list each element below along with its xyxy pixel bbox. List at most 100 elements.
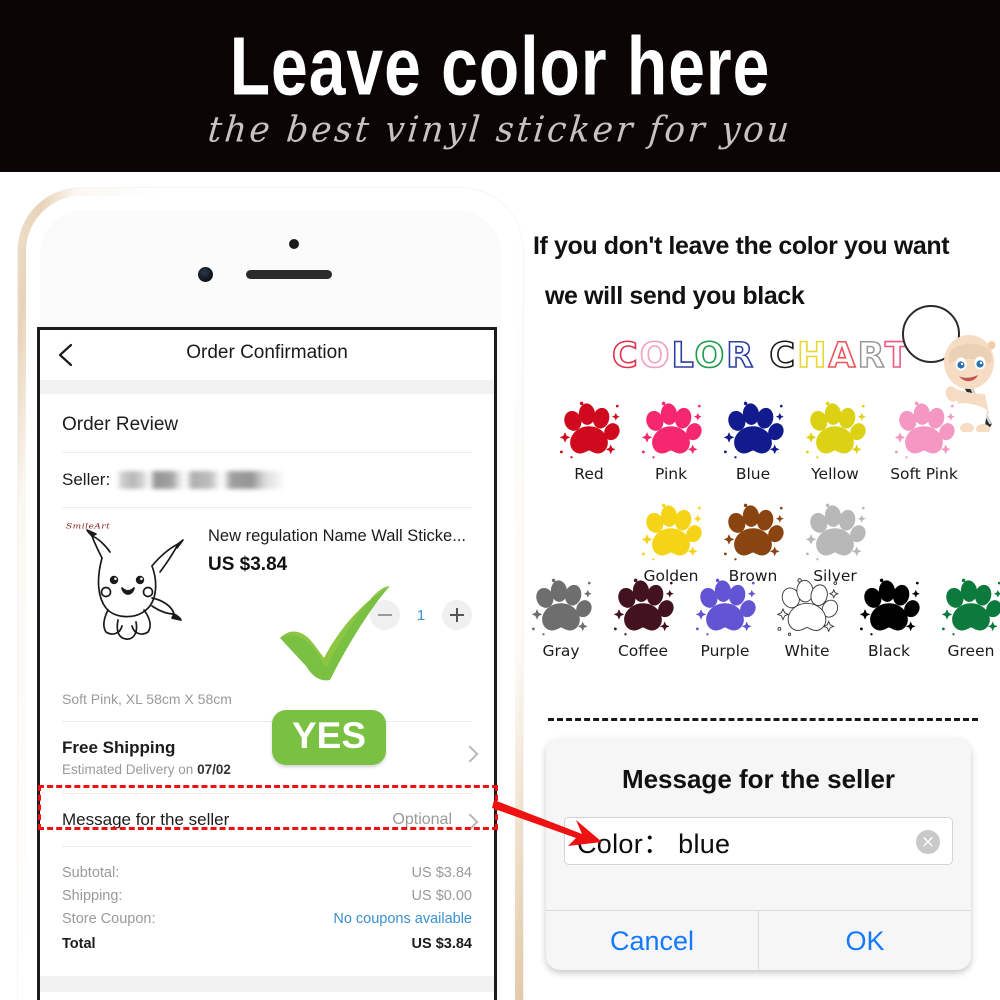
seller-name-blurred bbox=[117, 471, 286, 489]
message-input-wrapper[interactable]: Color： blue × bbox=[564, 817, 953, 865]
brand-watermark: SmileArt bbox=[66, 523, 111, 531]
section-title-order-review: Order Review bbox=[62, 414, 179, 435]
color-chart-letter: C bbox=[769, 335, 798, 377]
pikachu-line-art bbox=[86, 529, 184, 640]
shipping-estimate-prefix: Estimated Delivery on bbox=[62, 762, 198, 777]
paw-print-icon bbox=[531, 578, 592, 636]
banner-subtitle: the best vinyl sticker for you bbox=[206, 109, 794, 151]
total-value[interactable]: No coupons available bbox=[333, 911, 472, 927]
total-value: US $0.00 bbox=[411, 887, 472, 904]
total-label: Shipping: bbox=[62, 887, 123, 904]
order-item[interactable]: SmileArt New regulation Name Wall Sticke… bbox=[40, 508, 494, 683]
color-swatch-label: Gray bbox=[542, 642, 580, 660]
quantity-increase-button[interactable] bbox=[442, 600, 472, 630]
paw-print-icon bbox=[805, 401, 866, 459]
paw-print-icon bbox=[776, 578, 839, 636]
color-chart-letter: A bbox=[828, 335, 858, 377]
message-row-highlight bbox=[38, 785, 498, 830]
shipping-title: Free Shipping bbox=[62, 738, 176, 757]
color-swatch-gray: Gray bbox=[520, 575, 602, 660]
proximity-sensor-icon bbox=[289, 239, 299, 249]
color-swatch-soft-pink: Soft Pink bbox=[876, 398, 972, 483]
clear-icon[interactable]: × bbox=[916, 830, 940, 854]
total-label: Store Coupon: bbox=[62, 910, 156, 927]
color-swatch-brown: Brown bbox=[712, 500, 794, 585]
paw-print-icon bbox=[695, 578, 756, 636]
shipping-estimate: Estimated Delivery on 07/02 bbox=[62, 762, 472, 777]
paw-print-icon bbox=[805, 503, 866, 561]
table-row: Subtotal: US $3.84 bbox=[62, 861, 472, 884]
color-swatch-green: Green bbox=[930, 575, 1000, 660]
phone-mockup: Order Confirmation Order Review Seller: … bbox=[18, 188, 523, 1000]
green-checkmark-icon bbox=[280, 586, 390, 681]
color-chart-title: COLOR CHART bbox=[611, 335, 911, 377]
color-swatch-row-3: Gray Coffee Purple White Black Green bbox=[520, 575, 1000, 660]
color-chart-letter: C bbox=[611, 335, 640, 377]
total-label: Subtotal: bbox=[62, 864, 120, 881]
color-swatch-black: Black bbox=[848, 575, 930, 660]
color-swatch-yellow: Yellow bbox=[794, 398, 876, 483]
color-chart-letter: H bbox=[796, 335, 829, 377]
color-swatch-coffee: Coffee bbox=[602, 575, 684, 660]
color-swatch-label: White bbox=[784, 642, 830, 660]
cancel-button[interactable]: Cancel bbox=[546, 911, 759, 970]
quantity-value: 1 bbox=[416, 606, 426, 624]
paw-print-icon bbox=[859, 578, 920, 636]
paw-print-icon bbox=[641, 401, 702, 459]
paw-print-icon bbox=[894, 401, 955, 459]
shipping-row[interactable]: Free Shipping Estimated Delivery on 07/0… bbox=[40, 722, 494, 793]
dialog-title: Message for the seller bbox=[621, 764, 896, 794]
color-swatch-red: Red bbox=[548, 398, 630, 483]
product-name: New regulation Name Wall Sticke... bbox=[208, 527, 466, 545]
seller-row[interactable]: Seller: bbox=[40, 453, 494, 507]
paw-print-icon bbox=[941, 578, 1000, 636]
ok-button[interactable]: OK bbox=[759, 911, 971, 970]
product-thumbnail: SmileArt bbox=[62, 522, 192, 652]
header-banner: Leave color here the best vinyl sticker … bbox=[0, 0, 1000, 172]
navbar-divider bbox=[40, 380, 494, 394]
section-divider bbox=[40, 975, 494, 992]
paw-print-icon bbox=[723, 503, 784, 561]
table-row[interactable]: Store Coupon: No coupons available bbox=[62, 907, 472, 930]
red-arrow-pointer bbox=[492, 800, 602, 846]
order-totals: Subtotal: US $3.84 Shipping: US $0.00 St… bbox=[40, 847, 494, 966]
dashed-divider bbox=[548, 718, 978, 721]
product-price: US $3.84 bbox=[208, 553, 288, 575]
color-swatch-row-2: Golden Brown Silver bbox=[630, 500, 876, 585]
phone-screen: Order Confirmation Order Review Seller: … bbox=[37, 327, 497, 1000]
color-swatch-label: Soft Pink bbox=[890, 465, 958, 483]
dialog-actions: Cancel OK bbox=[546, 910, 971, 970]
table-row: Shipping: US $0.00 bbox=[62, 884, 472, 907]
color-swatch-white: White bbox=[766, 575, 848, 660]
color-swatch-blue: Blue bbox=[712, 398, 794, 483]
color-swatch-label: Yellow bbox=[811, 465, 859, 483]
color-swatch-label: Red bbox=[574, 465, 604, 483]
product-variant: Soft Pink, XL 58cm X 58cm bbox=[62, 691, 232, 707]
color-swatch-label: Purple bbox=[700, 642, 750, 660]
color-swatch-purple: Purple bbox=[684, 575, 766, 660]
color-swatch-silver: Silver bbox=[794, 500, 876, 585]
yes-badge: YES bbox=[272, 710, 387, 765]
banner-title: Leave color here bbox=[229, 19, 771, 112]
color-chart-letter: O bbox=[694, 335, 727, 377]
page-title: Order Confirmation bbox=[186, 342, 348, 363]
paw-print-icon bbox=[613, 578, 674, 636]
color-swatch-label: Pink bbox=[654, 465, 688, 483]
color-chart-letter: L bbox=[671, 335, 695, 377]
paw-print-icon bbox=[723, 401, 784, 459]
total-value: US $3.84 bbox=[411, 936, 472, 952]
color-swatch-label: Green bbox=[947, 642, 995, 660]
earpiece-speaker bbox=[246, 270, 332, 279]
color-swatch-label: Black bbox=[868, 642, 910, 660]
notice-line-2: we will send you black bbox=[545, 282, 805, 310]
front-camera-icon bbox=[198, 267, 213, 282]
color-swatch-row-1: Red Pink Blue Yellow Soft Pink bbox=[548, 398, 972, 483]
color-chart-letter bbox=[755, 336, 769, 376]
paw-print-icon bbox=[641, 503, 702, 561]
color-chart-letter: R bbox=[857, 335, 885, 377]
app-navbar: Order Confirmation bbox=[40, 330, 494, 380]
total-label: Total bbox=[62, 936, 96, 952]
color-swatch-label: Coffee bbox=[617, 642, 669, 660]
color-chart-letter: R bbox=[725, 335, 756, 377]
color-chart-letter: O bbox=[639, 335, 672, 377]
